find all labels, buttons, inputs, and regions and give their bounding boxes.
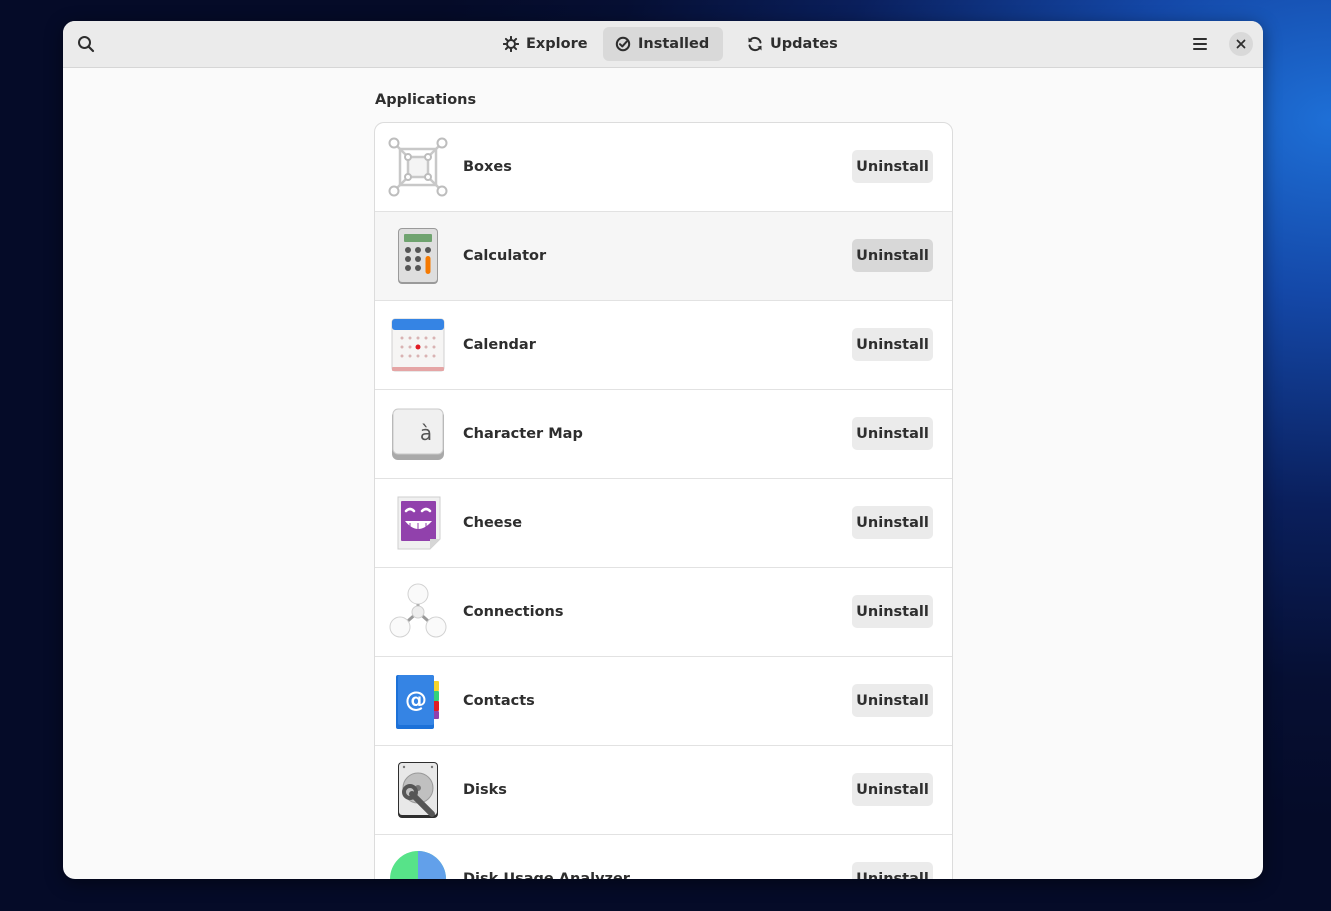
uninstall-button[interactable]: Uninstall <box>852 684 933 717</box>
tab-updates-label: Updates <box>770 36 838 52</box>
view-switcher: Explore Installed Updates <box>63 27 1263 61</box>
list-item-connections[interactable]: Connections Uninstall <box>375 568 952 657</box>
list-item-boxes[interactable]: Boxes Uninstall <box>375 123 952 212</box>
app-name: Boxes <box>463 159 512 175</box>
uninstall-button[interactable]: Uninstall <box>852 862 933 879</box>
hamburger-menu-icon <box>1193 38 1207 50</box>
app-name: Calculator <box>463 248 547 264</box>
calculator-icon <box>398 228 438 284</box>
list-item-calendar[interactable]: Calendar Uninstall <box>375 301 952 390</box>
app-name: Character Map <box>463 426 583 442</box>
list-item-calculator[interactable]: Calculator Uninstall <box>375 212 952 301</box>
character-map-icon: à <box>392 408 444 460</box>
uninstall-button[interactable]: Uninstall <box>852 506 933 539</box>
software-window: Explore Installed Updates Applications B… <box>63 21 1263 879</box>
list-item-contacts[interactable]: @ Contacts Uninstall <box>375 657 952 746</box>
disks-icon <box>398 762 438 818</box>
tab-explore[interactable]: Explore <box>491 27 600 61</box>
updates-refresh-icon <box>748 36 762 52</box>
app-name: Cheese <box>463 515 523 531</box>
character-glyph: à <box>420 421 432 445</box>
tab-explore-label: Explore <box>526 36 588 52</box>
installed-page[interactable]: Applications Boxes Uninstall Calculator … <box>63 68 1263 879</box>
list-item-disk-usage-analyzer[interactable]: Disk Usage Analyzer Uninstall <box>375 835 952 879</box>
tab-installed-label: Installed <box>638 36 710 52</box>
app-name: Disk Usage Analyzer <box>463 871 630 879</box>
section-title: Applications <box>375 92 477 108</box>
connections-icon <box>389 583 447 638</box>
uninstall-button[interactable]: Uninstall <box>852 773 933 806</box>
uninstall-button[interactable]: Uninstall <box>852 595 933 628</box>
app-name: Disks <box>463 782 507 798</box>
tab-updates[interactable]: Updates <box>735 27 850 61</box>
main-menu-button[interactable] <box>1184 28 1216 60</box>
uninstall-button[interactable]: Uninstall <box>852 150 933 183</box>
app-name: Contacts <box>463 693 535 709</box>
app-name: Connections <box>463 604 564 620</box>
calendar-icon <box>391 318 445 372</box>
installed-app-list: Boxes Uninstall Calculator Uninstall Cal… <box>374 122 953 879</box>
cheese-icon <box>397 496 441 550</box>
disk-usage-analyzer-icon <box>390 851 446 879</box>
list-item-cheese[interactable]: Cheese Uninstall <box>375 479 952 568</box>
tab-installed[interactable]: Installed <box>603 27 723 61</box>
app-name: Calendar <box>463 337 536 353</box>
installed-check-icon <box>615 36 631 52</box>
list-item-disks[interactable]: Disks Uninstall <box>375 746 952 835</box>
uninstall-button[interactable]: Uninstall <box>852 417 933 450</box>
list-item-character-map[interactable]: à Character Map Uninstall <box>375 390 952 479</box>
uninstall-button[interactable]: Uninstall <box>852 239 933 272</box>
close-window-button[interactable] <box>1229 32 1253 56</box>
contacts-icon: @ <box>396 675 439 729</box>
explore-icon <box>503 36 519 52</box>
header-bar: Explore Installed Updates <box>63 21 1263 68</box>
at-glyph: @ <box>405 688 427 713</box>
close-icon <box>1236 39 1246 49</box>
uninstall-button[interactable]: Uninstall <box>852 328 933 361</box>
boxes-icon <box>388 137 448 197</box>
